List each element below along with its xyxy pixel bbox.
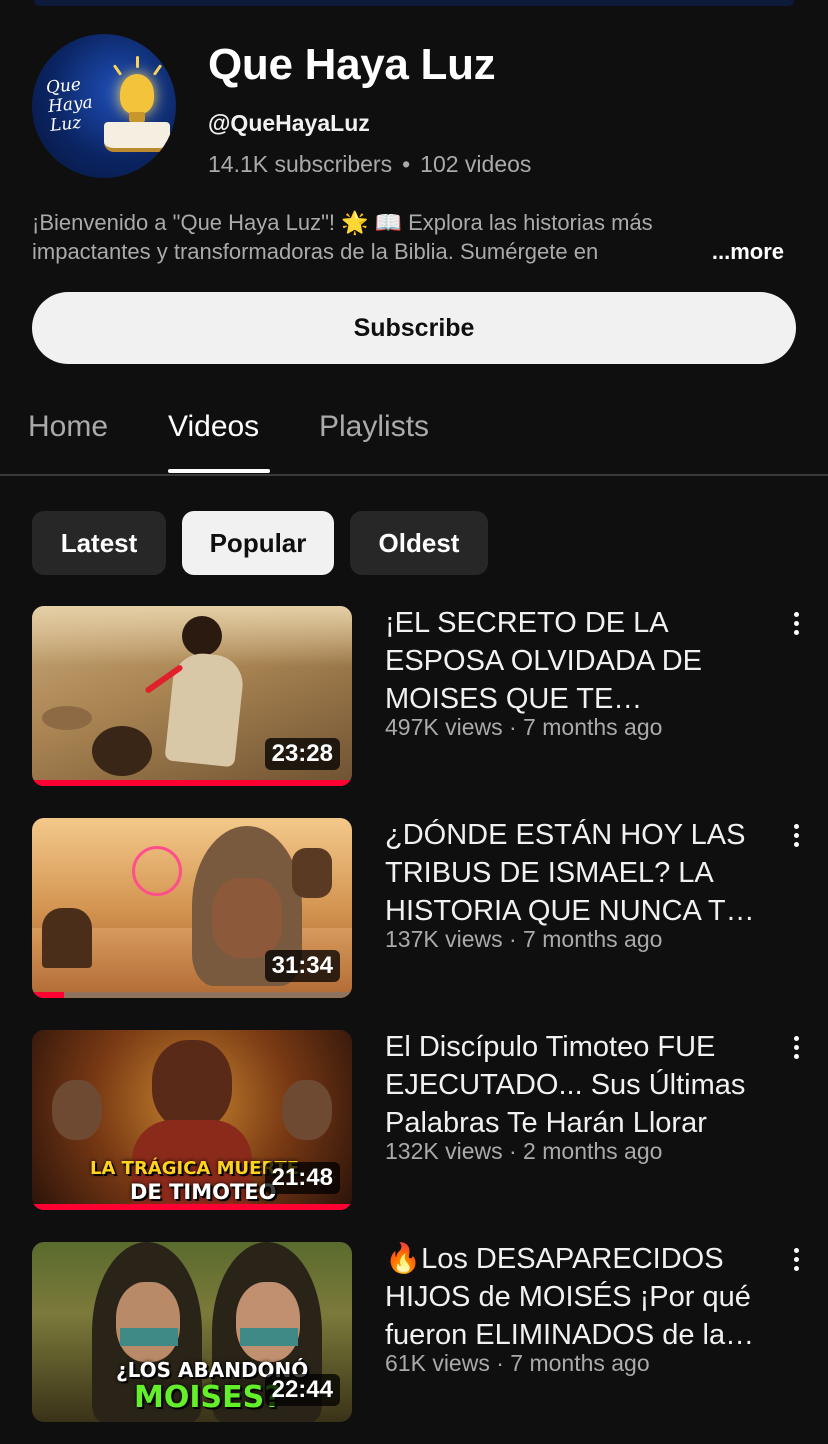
open-book-icon [104,122,170,152]
video-thumbnail[interactable]: ¿LOS ABANDONÓ MOISES? 22:44 [32,1242,352,1422]
chip-latest[interactable]: Latest [32,511,166,575]
light-ray-icon [136,56,139,68]
video-meta: 61K views · 7 months ago [385,1350,650,1376]
stats-separator: • [402,151,411,177]
description-line: ¡Bienvenido a "Que Haya Luz"! 🌟 📖 Explor… [32,210,653,235]
video-item[interactable]: 23:28 ¡EL SECRETO DE LA ESPOSA OLVIDADA … [0,606,828,788]
avatar-logo-text: Que Haya Luz [45,74,94,136]
active-tab-indicator [168,469,270,473]
more-options-icon[interactable] [784,824,808,852]
light-ray-icon [112,64,123,76]
tab-playlists[interactable]: Playlists [319,410,429,444]
tab-videos[interactable]: Videos [168,410,259,444]
light-ray-icon [152,64,163,76]
video-duration: 23:28 [264,738,340,770]
video-item[interactable]: LA TRÁGICA MUERTE DE TIMOTEO 21:48 El Di… [0,1030,828,1212]
more-link[interactable]: ...more [671,237,784,266]
video-count: 102 videos [420,151,532,177]
more-options-icon[interactable] [784,612,808,640]
video-meta: 497K views · 7 months ago [385,714,663,740]
video-title[interactable]: El Discípulo Timoteo FUE EJECUTADO... Su… [385,1028,770,1142]
channel-description[interactable]: ¡Bienvenido a "Que Haya Luz"! 🌟 📖 Explor… [32,208,792,266]
video-title[interactable]: ¿DÓNDE ESTÁN HOY LAS TRIBUS DE ISMAEL? L… [385,816,770,930]
channel-stats: 14.1K subscribers • 102 videos [208,151,531,178]
video-meta: 137K views · 7 months ago [385,926,663,952]
tab-home[interactable]: Home [28,410,108,444]
video-thumbnail[interactable]: LA TRÁGICA MUERTE DE TIMOTEO 21:48 [32,1030,352,1210]
chip-oldest[interactable]: Oldest [350,511,488,575]
video-meta: 132K views · 2 months ago [385,1138,663,1164]
more-options-icon[interactable] [784,1248,808,1276]
channel-tabs: Home Videos Playlists [0,400,828,476]
thumbnail-overlay-text: MOISES? [134,1380,282,1415]
watch-progress-bar [32,780,352,786]
channel-name: Que Haya Luz [208,40,496,89]
subscribe-button[interactable]: Subscribe [32,292,796,364]
thumbnail-overlay-text: DE TIMOTEO [130,1180,277,1204]
channel-handle: @QueHayaLuz [208,110,370,136]
channel-avatar[interactable]: Que Haya Luz [32,34,176,178]
video-duration: 21:48 [264,1162,340,1194]
watch-progress-bar [32,1204,352,1210]
more-options-icon[interactable] [784,1036,808,1064]
video-duration: 22:44 [264,1374,340,1406]
subscriber-count: 14.1K subscribers [208,151,393,177]
watch-progress-track [32,992,352,998]
chip-popular[interactable]: Popular [182,511,334,575]
video-thumbnail[interactable]: 31:34 [32,818,352,998]
lightbulb-base [129,112,145,122]
video-item[interactable]: ¿LOS ABANDONÓ MOISES? 22:44 🔥Los DESAPAR… [0,1242,828,1424]
watch-progress-bar [32,992,64,998]
video-title[interactable]: 🔥Los DESAPARECIDOS HIJOS de MOISÉS ¡Por … [385,1240,770,1354]
video-title[interactable]: ¡EL SECRETO DE LA ESPOSA OLVIDADA DE MOI… [385,604,770,718]
video-thumbnail[interactable]: 23:28 [32,606,352,786]
lightbulb-icon [120,74,154,114]
video-item[interactable]: 31:34 ¿DÓNDE ESTÁN HOY LAS TRIBUS DE ISM… [0,818,828,1000]
video-duration: 31:34 [264,950,340,982]
channel-banner-edge [34,0,794,6]
